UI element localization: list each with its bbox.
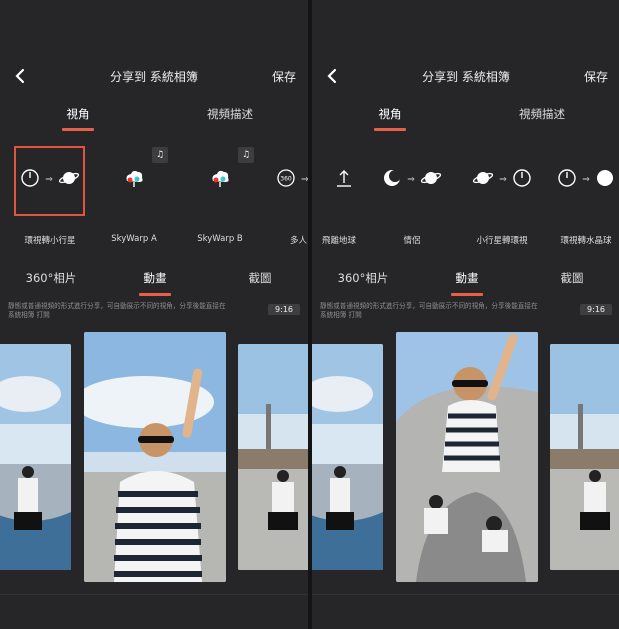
planet-icon xyxy=(420,168,442,192)
preview-thumbnail-current[interactable] xyxy=(84,332,226,582)
right-share-panel: 分享到 系統相簿 保存 視角 視頻描述 飛離地球 ⇒ 情侶 ⇒ 小行星轉環視 ⇒… xyxy=(312,0,619,629)
top-tabs: 視角 視頻描述 xyxy=(312,100,619,134)
tab-animation[interactable]: 動畫 xyxy=(135,270,175,286)
tab-video-description[interactable]: 視頻描述 xyxy=(200,106,260,122)
bottom-bar xyxy=(0,594,308,629)
active-tab-underline xyxy=(139,293,171,296)
arrow-icon: ⇒ xyxy=(45,175,53,185)
tab-video-description[interactable]: 視頻描述 xyxy=(512,106,572,122)
effect-item-couple[interactable]: ⇒ 情侶 xyxy=(370,146,454,256)
tab-animation[interactable]: 動畫 xyxy=(447,270,487,286)
active-tab-underline xyxy=(451,293,483,296)
effect-label: 情侶 xyxy=(403,236,421,246)
tab-view-angle[interactable]: 視角 xyxy=(372,106,408,122)
save-button[interactable]: 保存 xyxy=(272,68,296,85)
header: 分享到 系統相簿 保存 xyxy=(0,62,308,92)
arrow-icon: ⇒ xyxy=(499,175,507,185)
music-note-icon: ♫ xyxy=(152,147,168,163)
arrow-icon: ⇒ xyxy=(407,175,415,185)
preview-strip xyxy=(312,330,619,590)
planet-icon xyxy=(58,168,80,192)
moon-icon xyxy=(382,168,402,192)
effect-label: 環視轉小行星 xyxy=(24,236,76,246)
preview-thumbnail-next[interactable] xyxy=(550,344,619,570)
tab-screenshot[interactable]: 截圖 xyxy=(240,270,280,286)
effect-item-pan-to-crystal-ball[interactable]: ⇒ 環視轉水晶球 xyxy=(544,146,619,256)
effect-label: 多人 xyxy=(290,236,308,246)
circle-arrow-icon xyxy=(557,168,577,192)
mode-tabs: 360°相片 動畫 截圖 xyxy=(0,264,308,298)
mode-tabs: 360°相片 動畫 截圖 xyxy=(312,264,619,298)
preview-thumbnail-current[interactable] xyxy=(396,332,538,582)
aspect-ratio-button[interactable]: 9:16 xyxy=(268,304,300,315)
tab-360-photo[interactable]: 360°相片 xyxy=(20,270,82,286)
effect-item-fly-away-earth[interactable]: 飛離地球 xyxy=(312,146,360,256)
header: 分享到 系統相簿 保存 xyxy=(312,62,619,92)
effect-label: 小行星轉環視 xyxy=(476,236,528,246)
save-button[interactable]: 保存 xyxy=(584,68,608,85)
skywarp-icon xyxy=(122,167,146,193)
arrow-icon: ⇒ xyxy=(301,175,308,185)
share-description: 靜態或普通視頻的形式進行分享，可自動展示不同的視角，分享後能直接在系統相簿 打開 xyxy=(8,302,226,319)
active-tab-underline xyxy=(62,128,94,131)
preview-thumbnail-prev[interactable] xyxy=(0,344,71,570)
music-note-icon: ♫ xyxy=(238,147,254,163)
effect-label: SkyWarp A xyxy=(111,234,157,244)
left-share-panel: 分享到 系統相簿 保存 視角 視頻描述 ⇒ 環視轉小行星 ♫ SkyWarp A… xyxy=(0,0,308,629)
effect-item-planet-to-pan[interactable]: ⇒ 小行星轉環視 xyxy=(460,146,544,256)
arrow-icon: ⇒ xyxy=(582,175,590,185)
preview-strip xyxy=(0,330,308,590)
preview-thumbnail-prev[interactable] xyxy=(312,344,383,570)
circle-arrow-icon xyxy=(512,168,532,192)
tab-view-angle[interactable]: 視角 xyxy=(60,106,96,122)
planet-icon xyxy=(472,168,494,192)
effect-item-pan-to-planet[interactable]: ⇒ 環視轉小行星 xyxy=(8,146,92,256)
effect-list: 飛離地球 ⇒ 情侶 ⇒ 小行星轉環視 ⇒ 環視轉水晶球 xyxy=(312,146,619,256)
effect-item-skywarp-b[interactable]: ♫ SkyWarp B xyxy=(178,146,262,256)
effect-item-skywarp-a[interactable]: ♫ SkyWarp A xyxy=(92,146,176,256)
effect-item-multi-person[interactable]: 360 ⇒ 多人 xyxy=(262,146,308,256)
effect-label: SkyWarp B xyxy=(197,234,243,244)
top-tabs: 視角 視頻描述 xyxy=(0,100,308,134)
360-icon: 360 xyxy=(276,168,296,192)
skywarp-icon xyxy=(208,167,232,193)
bottom-bar xyxy=(312,594,619,629)
active-tab-underline xyxy=(374,128,406,131)
preview-thumbnail-next[interactable] xyxy=(238,344,308,570)
share-description: 靜態或普通視頻的形式進行分享，可自動展示不同的視角，分享後能直接在系統相簿 打開 xyxy=(320,302,538,319)
aspect-ratio-button[interactable]: 9:16 xyxy=(580,304,612,315)
page-title: 分享到 系統相簿 xyxy=(422,70,510,84)
crystal-ball-icon xyxy=(595,168,615,192)
tab-screenshot[interactable]: 截圖 xyxy=(552,270,592,286)
svg-text:360: 360 xyxy=(280,176,292,183)
circle-arrow-icon xyxy=(20,168,40,192)
effect-label: 環視轉水晶球 xyxy=(560,236,612,246)
up-arrow-icon xyxy=(336,168,352,192)
tab-360-photo[interactable]: 360°相片 xyxy=(332,270,394,286)
effect-list: ⇒ 環視轉小行星 ♫ SkyWarp A ♫ SkyWarp B 360 ⇒ 多… xyxy=(0,146,308,256)
page-title: 分享到 系統相簿 xyxy=(110,70,198,84)
effect-label: 飛離地球 xyxy=(321,236,356,246)
